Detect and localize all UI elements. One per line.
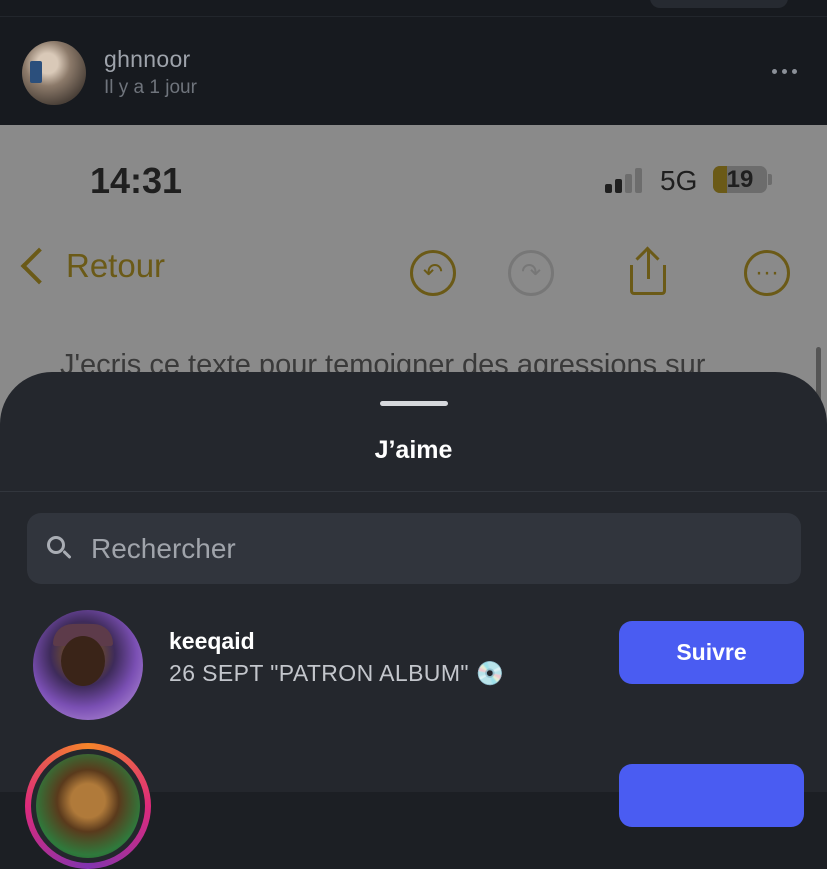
status-time: 14:31 <box>90 160 183 201</box>
search-icon <box>47 536 72 561</box>
author-username[interactable]: ghnnoor <box>104 46 191 73</box>
avatar-detail <box>30 61 42 83</box>
sheet-title: J’aime <box>374 436 453 464</box>
back-button: Retour <box>16 247 165 285</box>
more-circle-icon: ··· <box>744 250 790 296</box>
battery-tip <box>768 174 772 185</box>
network-type: 5G <box>660 165 698 196</box>
cellular-signal-icon <box>605 167 642 193</box>
list-item[interactable]: keeqaid 26 SEPT "PATRON ALBUM" 💿 Suivre <box>0 602 827 722</box>
follow-button[interactable] <box>619 764 804 827</box>
chevron-left-icon <box>20 247 58 285</box>
post-header: ghnnoor Il y a 1 jour <box>0 0 827 125</box>
avatar[interactable] <box>33 610 143 720</box>
header-divider <box>0 16 827 17</box>
likes-sheet: J’aime Rechercher keeqaid 26 SEPT "PATRO… <box>0 372 827 869</box>
post-timestamp: Il y a 1 jour <box>104 77 197 98</box>
search-placeholder: Rechercher <box>91 533 236 564</box>
redo-icon: ↷ <box>508 250 554 296</box>
undo-icon: ↶ <box>410 250 456 296</box>
battery-level: 19 <box>726 166 754 193</box>
battery-icon: 19 <box>713 166 767 193</box>
back-label: Retour <box>66 247 166 284</box>
list-item-bio: 26 SEPT "PATRON ALBUM" 💿 <box>169 660 505 686</box>
author-avatar[interactable] <box>22 41 86 105</box>
share-icon <box>628 246 670 297</box>
avatar[interactable] <box>25 743 151 869</box>
follow-button[interactable]: Suivre <box>619 621 804 684</box>
list-item-username[interactable]: keeqaid <box>169 628 255 655</box>
search-input[interactable]: Rechercher <box>27 513 801 584</box>
sheet-divider <box>0 491 827 492</box>
top-pill <box>650 0 788 8</box>
more-horizontal-icon[interactable] <box>764 58 804 84</box>
list-item[interactable] <box>0 732 827 869</box>
sheet-grabber[interactable] <box>380 401 448 406</box>
